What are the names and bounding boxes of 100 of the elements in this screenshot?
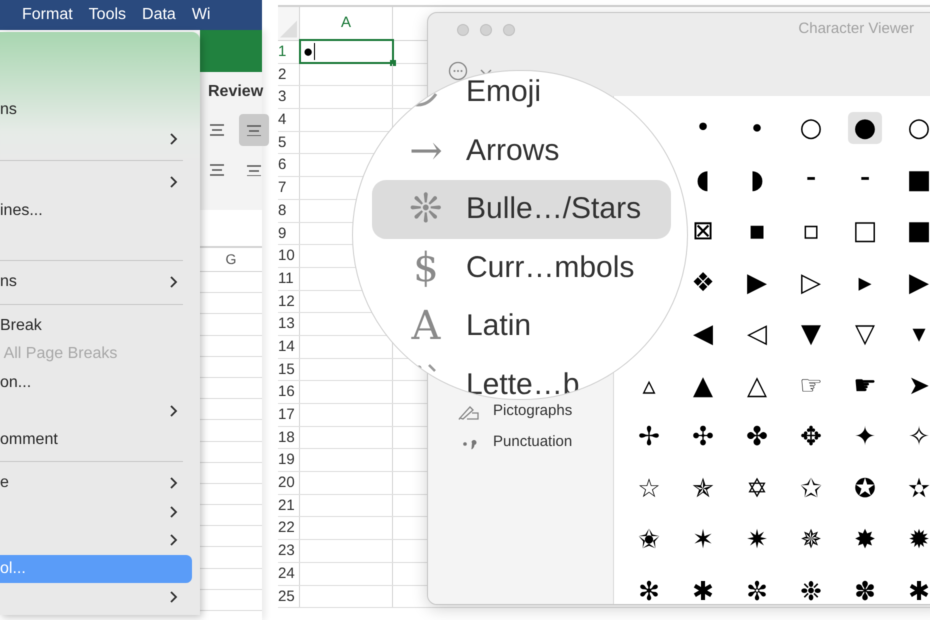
character-cell[interactable]: ⊠ xyxy=(686,215,720,247)
sidebar-item[interactable]: Pictographs xyxy=(428,402,613,421)
active-cell[interactable]: ● xyxy=(299,39,394,64)
character-cell[interactable]: ▶ xyxy=(902,266,930,298)
category-item[interactable]: Emoji xyxy=(372,71,546,122)
character-cell[interactable]: ▶ xyxy=(740,266,774,298)
character-cell[interactable]: ✪ xyxy=(848,472,882,504)
character-cell[interactable]: ✸ xyxy=(848,524,882,556)
category-item[interactable]: A Latin xyxy=(372,297,536,356)
character-cell[interactable]: ▽ xyxy=(848,318,882,350)
row-number[interactable]: 25 xyxy=(278,586,300,608)
window-control[interactable] xyxy=(503,24,515,36)
row-number[interactable]: 24 xyxy=(278,562,300,584)
menu-item[interactable]: e xyxy=(0,468,192,498)
character-cell[interactable]: ✥ xyxy=(794,421,828,453)
character-cell[interactable]: ✧ xyxy=(902,421,930,453)
menu-item[interactable]: on... xyxy=(0,368,192,398)
character-cell[interactable]: ▫ xyxy=(794,215,828,247)
character-cell[interactable]: ✵ xyxy=(794,524,828,556)
row-number[interactable]: 9 xyxy=(278,222,300,244)
character-cell[interactable]: ☛ xyxy=(848,370,882,402)
character-cell[interactable]: ✣ xyxy=(686,421,720,453)
menu-item[interactable]: omment xyxy=(0,426,192,454)
category-item[interactable]: Lette…b xyxy=(372,356,584,399)
row-number[interactable]: 6 xyxy=(278,154,300,176)
character-cell[interactable]: ▪ xyxy=(740,215,774,247)
character-cell[interactable]: ✤ xyxy=(740,421,774,453)
row-number[interactable]: 10 xyxy=(278,245,300,267)
menu-item[interactable]: Break xyxy=(0,311,192,340)
character-cell[interactable]: ❉ xyxy=(794,576,828,604)
window-control[interactable] xyxy=(480,24,492,36)
category-item[interactable]: → Arrows xyxy=(372,122,564,180)
character-cell[interactable]: ✯ xyxy=(686,472,720,504)
character-cell[interactable]: ✱ xyxy=(902,576,930,604)
character-cell[interactable]: ☞ xyxy=(794,370,828,402)
character-cell[interactable]: ▸ xyxy=(848,266,882,298)
character-cell[interactable]: ▵ xyxy=(632,370,666,402)
character-cell[interactable]: △ xyxy=(740,370,774,402)
window-control[interactable] xyxy=(457,24,469,36)
character-cell[interactable]: ☆ xyxy=(632,472,666,504)
character-cell[interactable]: ✽ xyxy=(848,576,882,604)
character-cell[interactable]: ▼ xyxy=(794,318,828,350)
character-cell[interactable]: ✼ xyxy=(740,576,774,604)
align-button[interactable] xyxy=(239,114,269,146)
character-cell[interactable]: ⁃ xyxy=(848,164,882,196)
character-cell[interactable]: ✻ xyxy=(632,576,666,604)
character-cell[interactable]: ✦ xyxy=(848,421,882,453)
sidebar-item[interactable]: Punctuation xyxy=(428,433,613,452)
character-cell[interactable]: ✡ xyxy=(740,472,774,504)
row-number[interactable]: 18 xyxy=(278,426,300,448)
row-number[interactable]: 14 xyxy=(278,336,300,358)
character-cell[interactable]: ○ xyxy=(794,112,828,144)
character-cell[interactable]: ● xyxy=(848,112,882,144)
select-all-corner[interactable] xyxy=(278,7,300,40)
character-cell[interactable]: ✬ xyxy=(632,524,666,556)
category-item[interactable]: ❊ Bulle…/Stars xyxy=(372,180,671,238)
row-number[interactable]: 21 xyxy=(278,494,300,516)
character-cell[interactable]: ○ xyxy=(902,112,930,144)
character-cell[interactable]: ✫ xyxy=(902,472,930,504)
row-number[interactable]: 16 xyxy=(278,381,300,403)
row-number[interactable]: 15 xyxy=(278,358,300,380)
character-cell[interactable]: ◀ xyxy=(686,318,720,350)
character-cell[interactable]: ▷ xyxy=(794,266,828,298)
character-cell[interactable]: ▲ xyxy=(686,370,720,402)
character-cell[interactable]: ▾ xyxy=(902,318,930,350)
row-number[interactable]: 5 xyxy=(278,132,300,154)
menu-bar-item[interactable]: Format xyxy=(14,2,81,28)
character-cell[interactable]: ⁃ xyxy=(794,164,828,196)
character-cell[interactable]: ➤ xyxy=(902,370,930,402)
row-number[interactable]: 11 xyxy=(278,268,300,290)
menu-bar-item[interactable]: Tools xyxy=(80,2,134,28)
menu-bar-item[interactable]: Data xyxy=(134,2,184,28)
character-cell[interactable]: ■ xyxy=(902,164,930,196)
menu-item[interactable]: ns xyxy=(0,268,192,297)
menu-bar-item[interactable]: Wi xyxy=(184,2,218,28)
row-number[interactable]: 22 xyxy=(278,517,300,540)
menu-item[interactable]: ns xyxy=(0,96,192,125)
row-number[interactable]: 23 xyxy=(278,540,300,562)
row-number[interactable]: 12 xyxy=(278,290,300,312)
row-number[interactable]: 7 xyxy=(278,177,300,199)
character-cell[interactable]: ✢ xyxy=(632,421,666,453)
character-cell[interactable]: ◁ xyxy=(740,318,774,350)
row-number[interactable]: 13 xyxy=(278,313,300,335)
character-cell[interactable]: ■ xyxy=(902,215,930,247)
category-item[interactable]: $ Curr…mbols xyxy=(372,238,638,297)
character-cell[interactable]: ✶ xyxy=(686,524,720,556)
character-cell[interactable]: ✩ xyxy=(794,472,828,504)
column-header[interactable]: G xyxy=(200,248,262,272)
character-cell[interactable]: • xyxy=(686,112,720,144)
character-cell[interactable]: ◗ xyxy=(740,164,774,196)
row-number[interactable]: 19 xyxy=(278,449,300,472)
ribbon-tab[interactable]: Review xyxy=(208,82,262,102)
row-number[interactable]: 17 xyxy=(278,404,300,426)
row-number[interactable]: 8 xyxy=(278,200,300,222)
row-number[interactable]: 3 xyxy=(278,86,300,108)
character-cell[interactable]: ✱ xyxy=(686,576,720,604)
row-number[interactable]: 4 xyxy=(278,109,300,131)
character-cell[interactable]: ✹ xyxy=(902,524,930,556)
character-cell[interactable]: ◖ xyxy=(686,164,720,196)
character-cell[interactable]: □ xyxy=(848,215,882,247)
